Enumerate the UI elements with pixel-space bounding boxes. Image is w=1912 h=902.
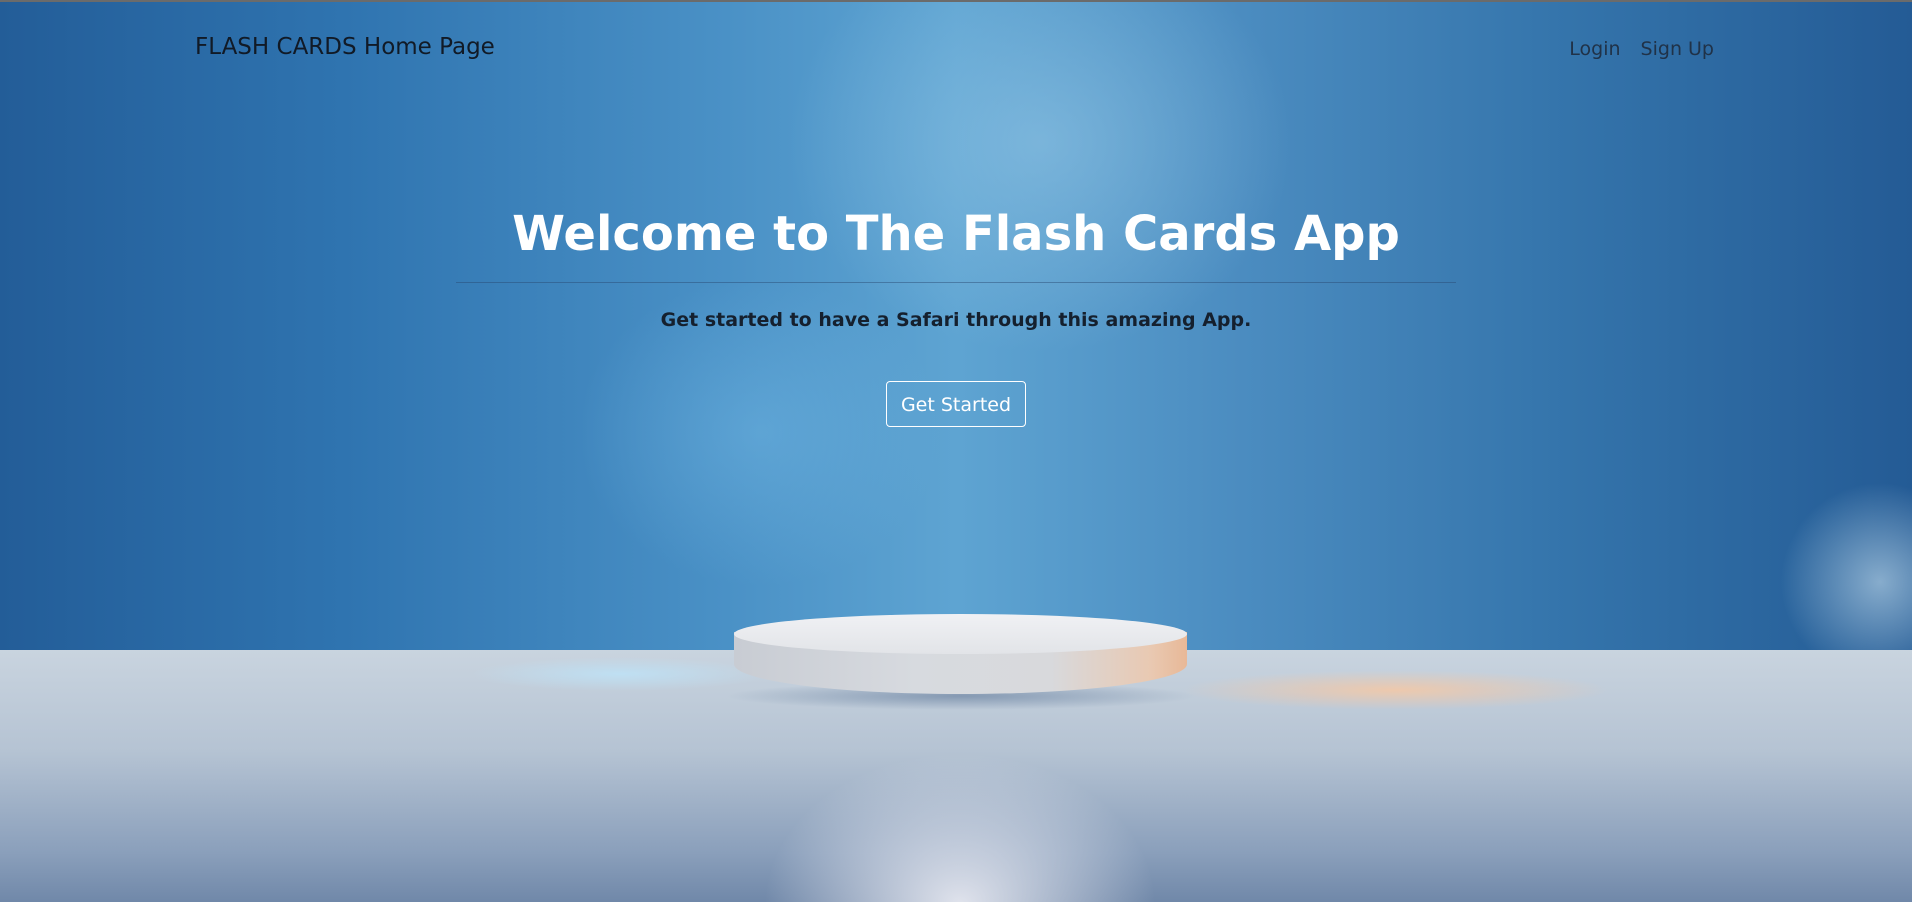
podium-top (734, 614, 1187, 654)
nav-links: Login Sign Up (1569, 38, 1714, 60)
hero-section: Welcome to The Flash Cards App Get start… (0, 198, 1912, 427)
background-podium (734, 614, 1187, 706)
floor-light-reflection-warm (1180, 670, 1610, 710)
floor-light-reflection (470, 657, 770, 691)
hero-subtitle: Get started to have a Safari through thi… (660, 309, 1252, 331)
hero-title: Welcome to The Flash Cards App (512, 206, 1400, 262)
brand-link[interactable]: FLASH CARDS Home Page (195, 34, 495, 60)
get-started-button[interactable]: Get Started (885, 381, 1027, 427)
sign-up-link[interactable]: Sign Up (1641, 38, 1714, 60)
hero-divider (456, 282, 1456, 283)
home-page: FLASH CARDS Home Page Login Sign Up Welc… (0, 0, 1912, 902)
login-link[interactable]: Login (1569, 38, 1620, 60)
navbar: FLASH CARDS Home Page Login Sign Up (0, 2, 1912, 98)
